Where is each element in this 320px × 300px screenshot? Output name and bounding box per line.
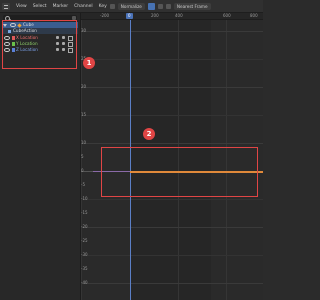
- menu-view[interactable]: View: [16, 4, 27, 9]
- menu-marker[interactable]: Marker: [53, 4, 69, 9]
- filter-icon[interactable]: [165, 3, 171, 9]
- annotation-box-curve: [101, 147, 258, 197]
- proportional-edit-icon[interactable]: [147, 2, 155, 10]
- y-tick-label: 15: [81, 112, 87, 117]
- snap-mode-dropdown[interactable]: Nearest Frame: [173, 2, 211, 10]
- y-tick-label: -5: [81, 182, 85, 187]
- tick-label: 600: [223, 13, 231, 18]
- tick-label: -200: [100, 13, 110, 18]
- y-tick-label: -15: [81, 210, 88, 215]
- annotation-box-channels: [2, 20, 77, 69]
- y-tick-label: -25: [81, 238, 88, 243]
- y-tick-label: 5: [81, 154, 84, 159]
- auto-snap-icon[interactable]: [157, 3, 163, 9]
- editor-type-icon[interactable]: [2, 2, 10, 10]
- frame-ruler[interactable]: -200 0 200 400 600 800: [81, 13, 263, 20]
- tick-label: 800: [250, 13, 258, 18]
- y-tick-label: -40: [81, 280, 88, 285]
- pivot-icon[interactable]: [109, 3, 115, 9]
- menu-key[interactable]: Key: [99, 4, 107, 9]
- current-frame-indicator[interactable]: 0: [126, 13, 133, 19]
- y-tick-label: 20: [81, 84, 87, 89]
- y-tick-label: 10: [81, 140, 87, 145]
- menu-select[interactable]: Select: [33, 4, 47, 9]
- y-tick-label: -10: [81, 196, 88, 201]
- menu-channel[interactable]: Channel: [74, 4, 92, 9]
- tick-label: 400: [175, 13, 183, 18]
- annotation-badge-1: 1: [83, 57, 95, 69]
- y-tick-label: 30: [81, 28, 87, 33]
- tick-label: 200: [151, 13, 159, 18]
- graph-editor-header: View Select Marker Channel Key Normalize…: [0, 0, 263, 13]
- y-tick-label: -30: [81, 252, 88, 257]
- normalize-toggle[interactable]: Normalize: [117, 2, 145, 10]
- y-tick-label: -20: [81, 224, 88, 229]
- y-tick-label: 0: [81, 168, 84, 173]
- y-tick-label: -35: [81, 266, 88, 271]
- annotation-badge-2: 2: [143, 128, 155, 140]
